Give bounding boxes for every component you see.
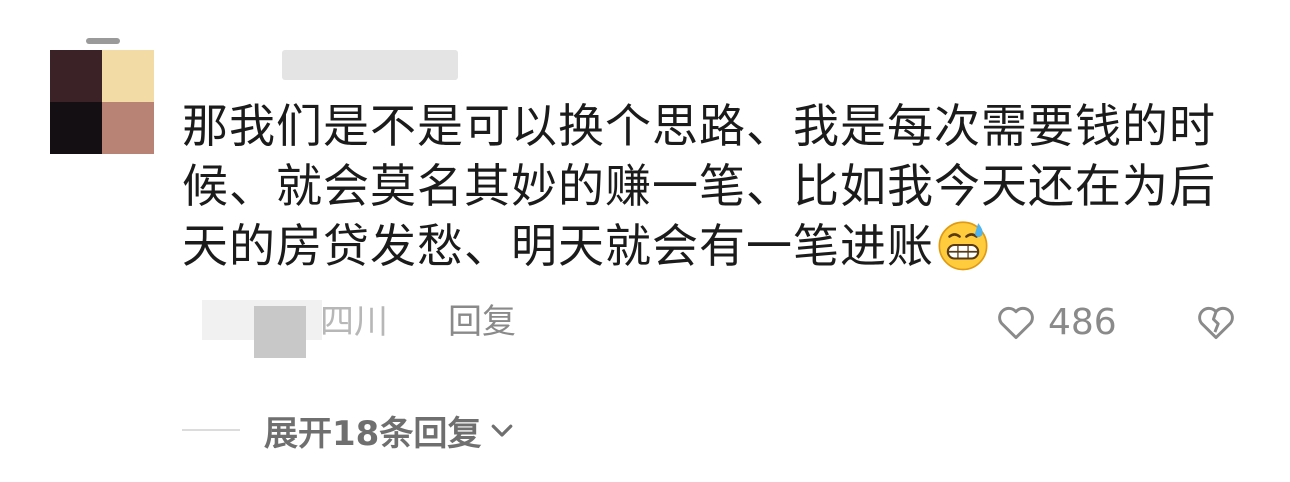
like-count: 486	[1048, 301, 1117, 343]
redacted-mark	[86, 38, 120, 44]
username-redacted[interactable]	[282, 50, 458, 80]
broken-heart-icon[interactable]	[1194, 300, 1238, 344]
comment-item: 那我们是不是可以换个思路、我是每次需要钱的时候、就会莫名其妙的赚一笔、比如我今天…	[0, 0, 1290, 482]
redacted-area	[254, 306, 306, 358]
expand-replies-label: 展开18条回复	[264, 413, 482, 454]
chevron-down-icon	[491, 424, 513, 437]
grinning-sweat-emoji	[938, 221, 988, 271]
avatar-quadrant	[102, 102, 154, 154]
comment-text-block: 那我们是不是可以换个思路、我是每次需要钱的时候、就会莫名其妙的赚一笔、比如我今天…	[182, 96, 1242, 276]
comment-text: 那我们是不是可以换个思路、我是每次需要钱的时候、就会莫名其妙的赚一笔、比如我今天…	[182, 99, 1216, 273]
heart-outline-icon	[998, 306, 1034, 340]
avatar-quadrant	[50, 50, 102, 102]
location-label: 四川	[320, 302, 388, 342]
like-button[interactable]: 486	[994, 298, 1117, 346]
avatar-quadrant	[102, 50, 154, 102]
divider-line	[182, 429, 240, 431]
comment-meta-row: 四川 回复 486	[182, 296, 1242, 358]
avatar-quadrant	[50, 102, 102, 154]
expand-replies-button[interactable]: 展开18条回复	[264, 406, 517, 455]
reply-button[interactable]: 回复	[448, 300, 516, 344]
expand-replies-row: 展开18条回复	[182, 404, 517, 456]
avatar[interactable]	[50, 50, 154, 154]
